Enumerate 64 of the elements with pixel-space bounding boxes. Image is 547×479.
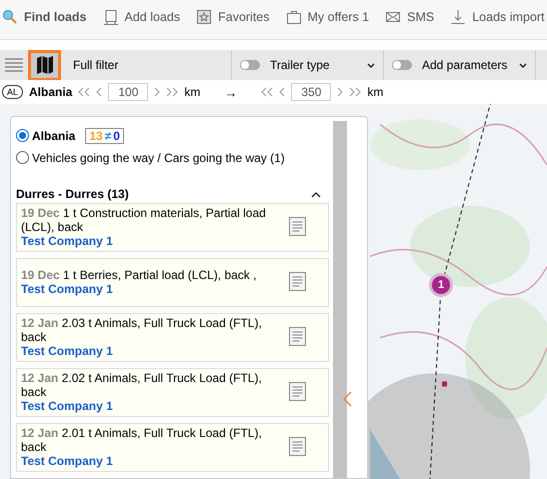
load-description: 19 Dec 1 t Berries, Partial load (LCL), back ,: [21, 268, 258, 282]
star-icon: [196, 8, 212, 24]
radio-button[interactable]: [16, 129, 29, 142]
nav-link[interactable]: My offers 1: [286, 8, 370, 24]
right-icon[interactable]: [154, 87, 160, 97]
document-icon[interactable]: [289, 327, 306, 346]
left-icon[interactable]: [279, 87, 286, 97]
unit-label: km: [367, 85, 384, 99]
count-badge: 13 ≠ 0: [85, 128, 124, 144]
search-icon: [2, 8, 18, 24]
company-link[interactable]: Test Company 1: [21, 344, 289, 358]
company-link[interactable]: Test Company 1: [21, 398, 289, 413]
right-icon[interactable]: [337, 87, 344, 97]
load-card[interactable]: 19 Dec 1 t Construction materials, Partial load (LCL), back Test Company 1: [16, 202, 329, 252]
chevron-down-icon[interactable]: [367, 62, 375, 68]
chevron-left-icon: [343, 391, 352, 407]
double-right-icon[interactable]: [349, 87, 362, 97]
scrollbar[interactable]: [333, 121, 347, 478]
toggle-switch[interactable]: [392, 60, 412, 70]
country-name: Albania: [29, 85, 72, 99]
load-description: 12 Jan 2.02 t Animals, Full Truck Load (FTL), back: [21, 370, 263, 399]
company-link[interactable]: Test Company 1: [21, 282, 289, 296]
document-icon[interactable]: [289, 382, 306, 402]
nav-link[interactable]: Find loads: [2, 8, 86, 24]
radio-button[interactable]: [16, 151, 29, 164]
option-label[interactable]: Albania: [32, 128, 76, 143]
group-title: Durres - Durres (13): [16, 186, 129, 201]
load-card[interactable]: 12 Jan 2.02 t Animals, Full Truck Load (FTL), back Test Company 1: [16, 368, 329, 417]
toggle-switch[interactable]: [240, 60, 260, 70]
arrow-glyph: →: [224, 84, 238, 100]
left-icon[interactable]: [96, 87, 102, 97]
chevron-up-icon: [311, 192, 321, 198]
nav-link[interactable]: Favorites: [196, 8, 270, 24]
load-description: 19 Dec 1 t Construction materials, Partial load (LCL), back: [21, 206, 267, 234]
briefcase-icon: [286, 8, 302, 24]
download-icon: [450, 8, 466, 24]
company-link[interactable]: Test Company 1: [21, 454, 289, 468]
double-right-icon[interactable]: [166, 87, 178, 97]
map-icon: [36, 55, 52, 75]
double-left-icon[interactable]: [78, 87, 90, 97]
company-link[interactable]: Test Company 1: [21, 234, 289, 248]
option-label[interactable]: Vehicles going the way / Cars going the way (1): [32, 150, 285, 165]
document-icon[interactable]: [289, 272, 306, 292]
distance-field[interactable]: 350: [291, 83, 332, 101]
load-card[interactable]: 12 Jan 2.01 t Animals, Full Truck Load (FTL), back Test Company 1: [16, 422, 329, 472]
dropdown-label[interactable]: Add parameters: [422, 58, 509, 72]
country-code: AL: [2, 85, 24, 99]
board-icon: [102, 8, 118, 24]
load-card[interactable]: 12 Jan 2.03 t Animals, Full Truck Load (FTL), back Test Company 1: [16, 312, 329, 362]
double-left-icon[interactable]: [261, 87, 274, 97]
distance-field[interactable]: 100: [108, 83, 148, 101]
map-button[interactable]: [28, 50, 61, 80]
document-icon[interactable]: [289, 217, 306, 236]
nav-link[interactable]: SMS: [385, 8, 434, 24]
unit-label: km: [184, 85, 200, 99]
dropdown-label[interactable]: Trailer type: [270, 58, 357, 72]
document-icon[interactable]: [289, 437, 306, 456]
nav-link[interactable]: Add loads: [102, 8, 180, 24]
nav-link[interactable]: Loads import: [450, 8, 544, 24]
load-description: 12 Jan 2.03 t Animals, Full Truck Load (FTL), back: [21, 316, 263, 344]
chevron-down-icon[interactable]: [519, 62, 527, 68]
load-description: 12 Jan 2.01 t Animals, Full Truck Load (FTL), back: [21, 426, 263, 454]
menu-icon: [5, 58, 23, 72]
load-card[interactable]: 19 Dec 1 t Berries, Partial load (LCL), back , Test Company 1: [16, 258, 329, 307]
